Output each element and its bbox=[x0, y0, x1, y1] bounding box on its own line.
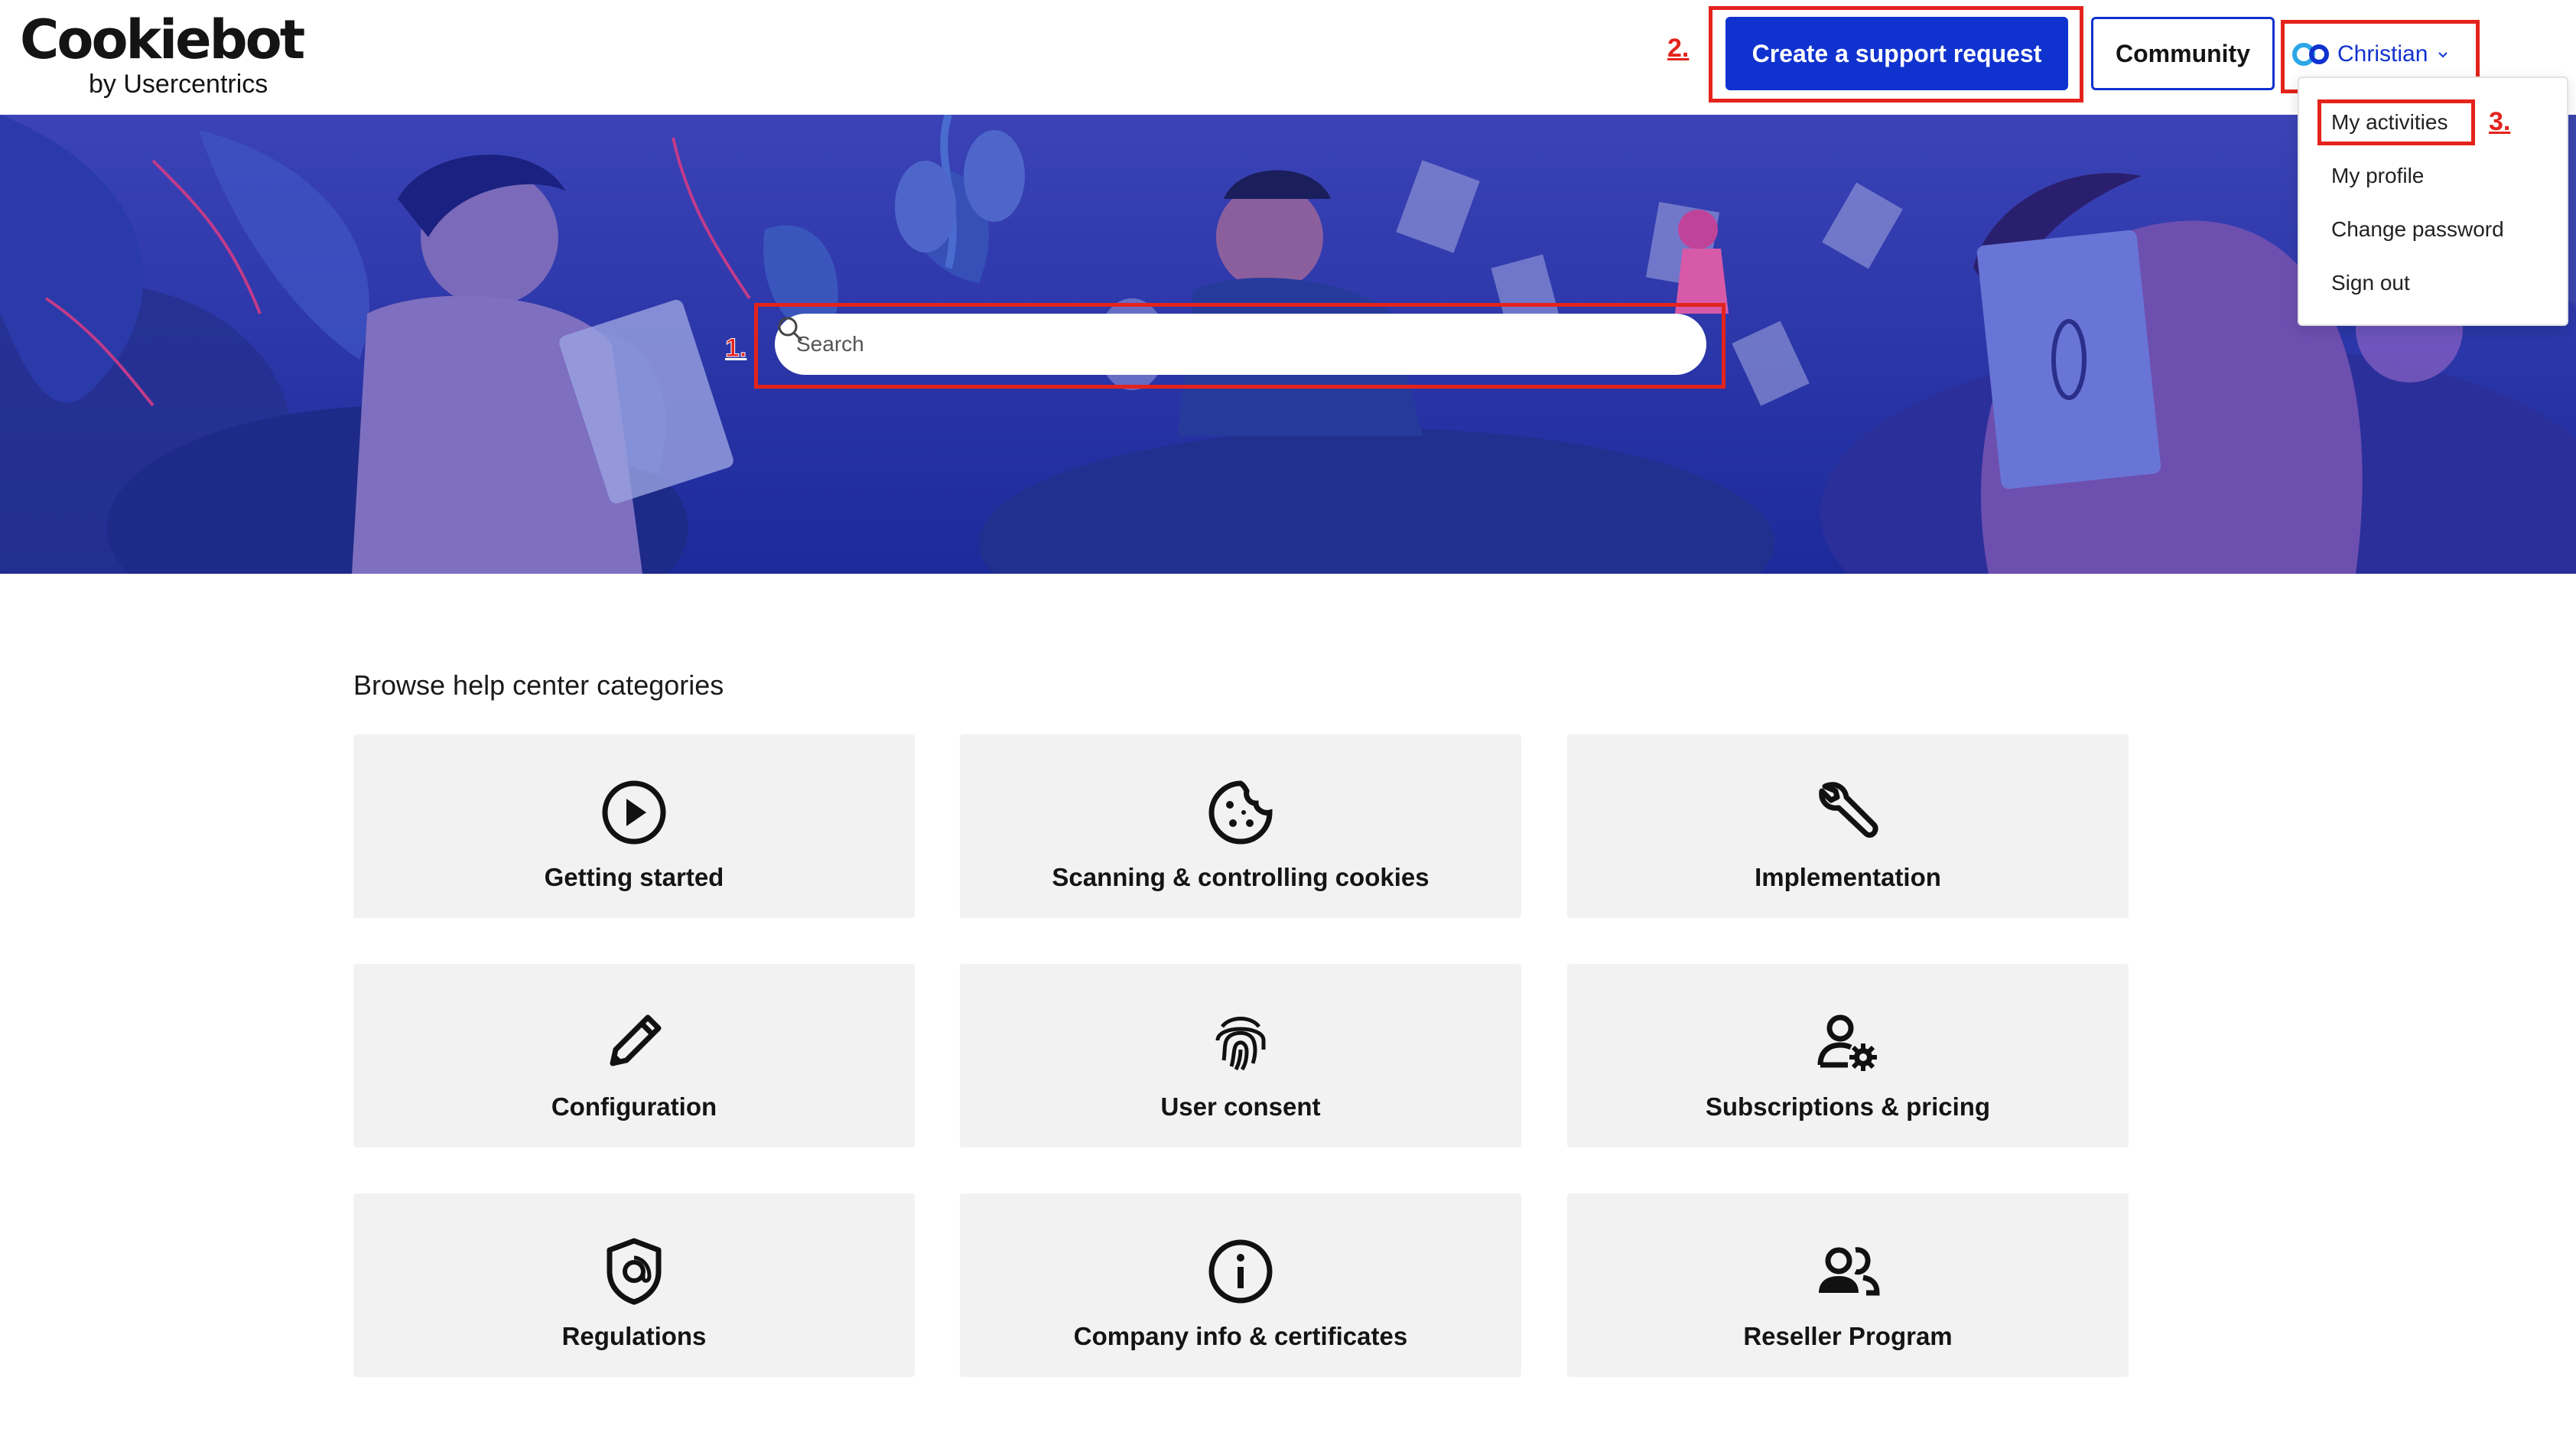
create-support-request-button[interactable]: Create a support request bbox=[1725, 17, 2068, 90]
annotation-step-2: 2. bbox=[1667, 34, 1690, 63]
shield-icon bbox=[607, 1238, 662, 1305]
category-label: Getting started bbox=[544, 863, 724, 891]
category-label: Configuration bbox=[551, 1092, 717, 1121]
community-button[interactable]: Community bbox=[2091, 17, 2275, 90]
info-circle-icon bbox=[1208, 1239, 1273, 1304]
search-icon bbox=[778, 317, 803, 342]
wrench-icon bbox=[1819, 782, 1878, 838]
chevron-down-icon bbox=[2438, 52, 2448, 58]
category-card-configuration[interactable]: Configuration bbox=[353, 964, 915, 1148]
annotation-step-1: 1. bbox=[724, 334, 747, 363]
category-label: Subscriptions & pricing bbox=[1705, 1092, 1991, 1121]
logo-wordmark: Cookiebot bbox=[20, 8, 305, 71]
menu-item-my-profile[interactable]: My profile bbox=[2331, 159, 2424, 193]
category-card-scanning-cookies[interactable]: Scanning & controlling cookies bbox=[960, 734, 1521, 918]
section-title: Browse help center categories bbox=[353, 669, 724, 701]
user-dropdown-menu: My activities My profile Change password… bbox=[2298, 77, 2568, 326]
cookiebot-logo[interactable]: Cookiebot by Usercentrics bbox=[20, 11, 305, 99]
category-card-user-consent[interactable]: User consent bbox=[960, 964, 1521, 1148]
search-bar[interactable] bbox=[775, 314, 1706, 375]
users-icon bbox=[1819, 1247, 1880, 1296]
category-label: Regulations bbox=[561, 1322, 707, 1350]
category-label: Scanning & controlling cookies bbox=[1052, 863, 1429, 891]
search-input[interactable] bbox=[796, 332, 1607, 356]
usercentrics-avatar-icon bbox=[2292, 43, 2329, 66]
hero-banner: 1. bbox=[0, 115, 2576, 574]
user-gear-icon bbox=[1817, 1014, 1877, 1071]
site-header: Cookiebot by Usercentrics 2. Create a su… bbox=[0, 0, 2576, 115]
category-label: Reseller Program bbox=[1743, 1322, 1953, 1350]
category-card-subscriptions-pricing[interactable]: Subscriptions & pricing bbox=[1567, 964, 2129, 1148]
category-card-regulations[interactable]: Regulations bbox=[353, 1193, 915, 1377]
category-label: Company info & certificates bbox=[1073, 1322, 1408, 1350]
annotation-step-3: 3. bbox=[2489, 107, 2511, 136]
logo-tagline: by Usercentrics bbox=[89, 70, 268, 99]
user-menu-toggle[interactable]: Christian bbox=[2291, 31, 2467, 78]
category-card-getting-started[interactable]: Getting started bbox=[353, 734, 915, 918]
category-label: User consent bbox=[1160, 1092, 1321, 1121]
pencil-icon bbox=[610, 1014, 662, 1066]
user-name: Christian bbox=[2337, 41, 2428, 67]
category-card-company-info[interactable]: Company info & certificates bbox=[960, 1193, 1521, 1377]
menu-item-sign-out[interactable]: Sign out bbox=[2331, 266, 2410, 300]
category-label: Implementation bbox=[1755, 863, 1941, 891]
fingerprint-icon bbox=[1215, 1017, 1266, 1071]
cookie-icon bbox=[1208, 780, 1273, 845]
category-card-implementation[interactable]: Implementation bbox=[1567, 734, 2129, 918]
play-circle-icon bbox=[602, 780, 666, 845]
menu-item-change-password[interactable]: Change password bbox=[2331, 213, 2504, 246]
menu-item-my-activities[interactable]: My activities bbox=[2331, 106, 2448, 139]
category-card-reseller-program[interactable]: Reseller Program bbox=[1567, 1193, 2129, 1377]
